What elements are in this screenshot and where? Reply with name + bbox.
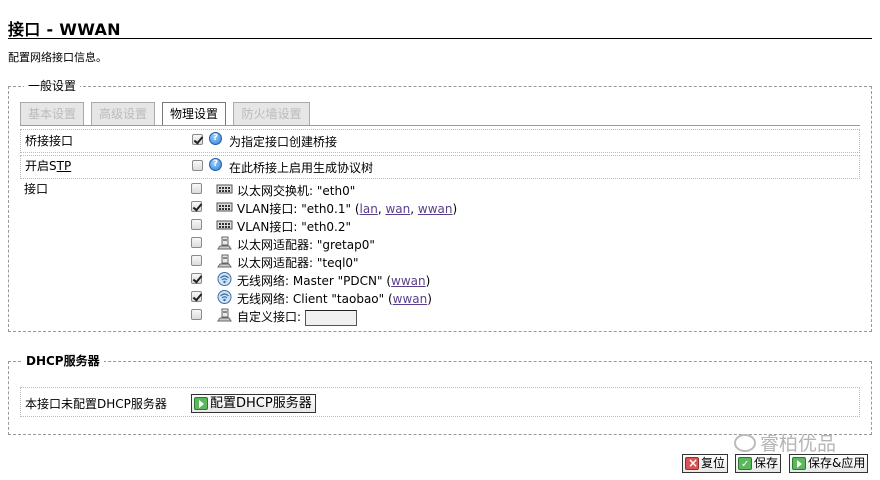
interface-label: 以太网适配器: "teql0" (237, 256, 359, 270)
interface-checkbox[interactable] (191, 255, 202, 266)
interface-checkbox[interactable] (191, 309, 202, 320)
page-description: 配置网络接口信息。 (8, 51, 107, 64)
interface-checkbox[interactable] (191, 291, 202, 302)
wireless-icon (216, 271, 233, 287)
interface-checkbox[interactable] (191, 237, 202, 248)
interface-label: 无线网络: Client "taobao" (wwan) (237, 292, 432, 306)
help-icon: ? (209, 132, 222, 145)
interface-label: 以太网适配器: "gretap0" (237, 238, 375, 252)
bridge-checkbox[interactable] (192, 134, 203, 145)
interface-label: VLAN接口: "eth0.1" (lan, wan, wwan) (237, 202, 458, 216)
interface-item: 自定义接口: (191, 307, 591, 326)
ethernet-switch-icon (216, 217, 233, 233)
interface-label: VLAN接口: "eth0.2" (237, 220, 352, 234)
stp-row: 开启STP ? 在此桥接上启用生成协议树 (20, 155, 860, 179)
interface-label: 接口 (24, 182, 49, 196)
interface-item: 无线网络: Master "PDCN" (wwan) (191, 271, 591, 289)
reset-button[interactable]: 复位 (682, 454, 729, 473)
stp-label: 开启STP (25, 159, 72, 173)
tab-physical-settings[interactable]: 物理设置 (162, 102, 226, 126)
ethernet-switch-icon (216, 181, 233, 197)
dhcp-row: 本接口未配置DHCP服务器 配置DHCP服务器 (20, 387, 860, 417)
network-link-lan[interactable]: lan (360, 202, 378, 216)
bridge-hint: 为指定接口创建桥接 (229, 135, 338, 149)
interface-item: 以太网适配器: "teql0" (191, 253, 591, 271)
bridge-label: 桥接接口 (25, 134, 74, 148)
tab-underline (20, 125, 860, 126)
apply-icon (792, 457, 806, 470)
interface-item: VLAN接口: "eth0.1" (lan, wan, wwan) (191, 199, 591, 217)
ethernet-adapter-icon (216, 307, 233, 323)
network-link-wwan[interactable]: wwan (391, 274, 426, 288)
network-link-wwan[interactable]: wwan (393, 292, 428, 306)
interface-checkbox[interactable] (191, 273, 202, 284)
configure-dhcp-label: 配置DHCP服务器 (210, 396, 312, 411)
interface-item: 无线网络: Client "taobao" (wwan) (191, 289, 591, 307)
wechat-logo-icon (734, 434, 756, 452)
title-rule (8, 38, 872, 39)
interface-checkbox[interactable] (191, 219, 202, 230)
save-icon (738, 456, 752, 473)
tab-advanced-settings[interactable]: 高级设置 (91, 102, 155, 125)
bridge-row: 桥接接口 ? 为指定接口创建桥接 (20, 129, 860, 153)
stp-hint: 在此桥接上启用生成协议树 (229, 161, 374, 175)
dhcp-label: 本接口未配置DHCP服务器 (25, 397, 167, 411)
page-title: 接口 - WWAN (8, 20, 121, 39)
ethernet-switch-icon (216, 199, 233, 215)
ethernet-adapter-icon (216, 235, 233, 251)
watermark: 睿柏优品 (734, 429, 836, 456)
interface-label: 无线网络: Master "PDCN" (wwan) (237, 274, 431, 288)
wireless-icon (216, 289, 233, 305)
stp-checkbox[interactable] (192, 160, 203, 171)
tab-basic-settings[interactable]: 基本设置 (20, 102, 84, 125)
interface-item: 以太网交换机: "eth0" (191, 181, 591, 199)
interface-item: VLAN接口: "eth0.2" (191, 217, 591, 235)
help-icon: ? (209, 158, 222, 171)
play-icon (194, 397, 208, 410)
dhcp-legend: DHCP服务器 (22, 352, 104, 369)
general-settings-legend: 一般设置 (24, 77, 81, 94)
interface-checkbox[interactable] (191, 183, 202, 194)
save-button[interactable]: 保存 (735, 454, 782, 473)
interface-label: 自定义接口: (237, 308, 358, 326)
reset-icon (685, 455, 699, 472)
interface-item: 以太网适配器: "gretap0" (191, 235, 591, 253)
configure-dhcp-button[interactable]: 配置DHCP服务器 (191, 394, 316, 413)
interface-label: 以太网交换机: "eth0" (237, 184, 356, 198)
custom-interface-input[interactable] (305, 309, 358, 326)
ethernet-adapter-icon (216, 253, 233, 269)
interface-checkbox[interactable] (191, 201, 202, 212)
tab-firewall-settings[interactable]: 防火墙设置 (233, 102, 310, 125)
network-link-wwan[interactable]: wwan (418, 202, 453, 216)
network-link-wan[interactable]: wan (385, 202, 410, 216)
save-apply-button[interactable]: 保存&应用 (789, 454, 869, 473)
